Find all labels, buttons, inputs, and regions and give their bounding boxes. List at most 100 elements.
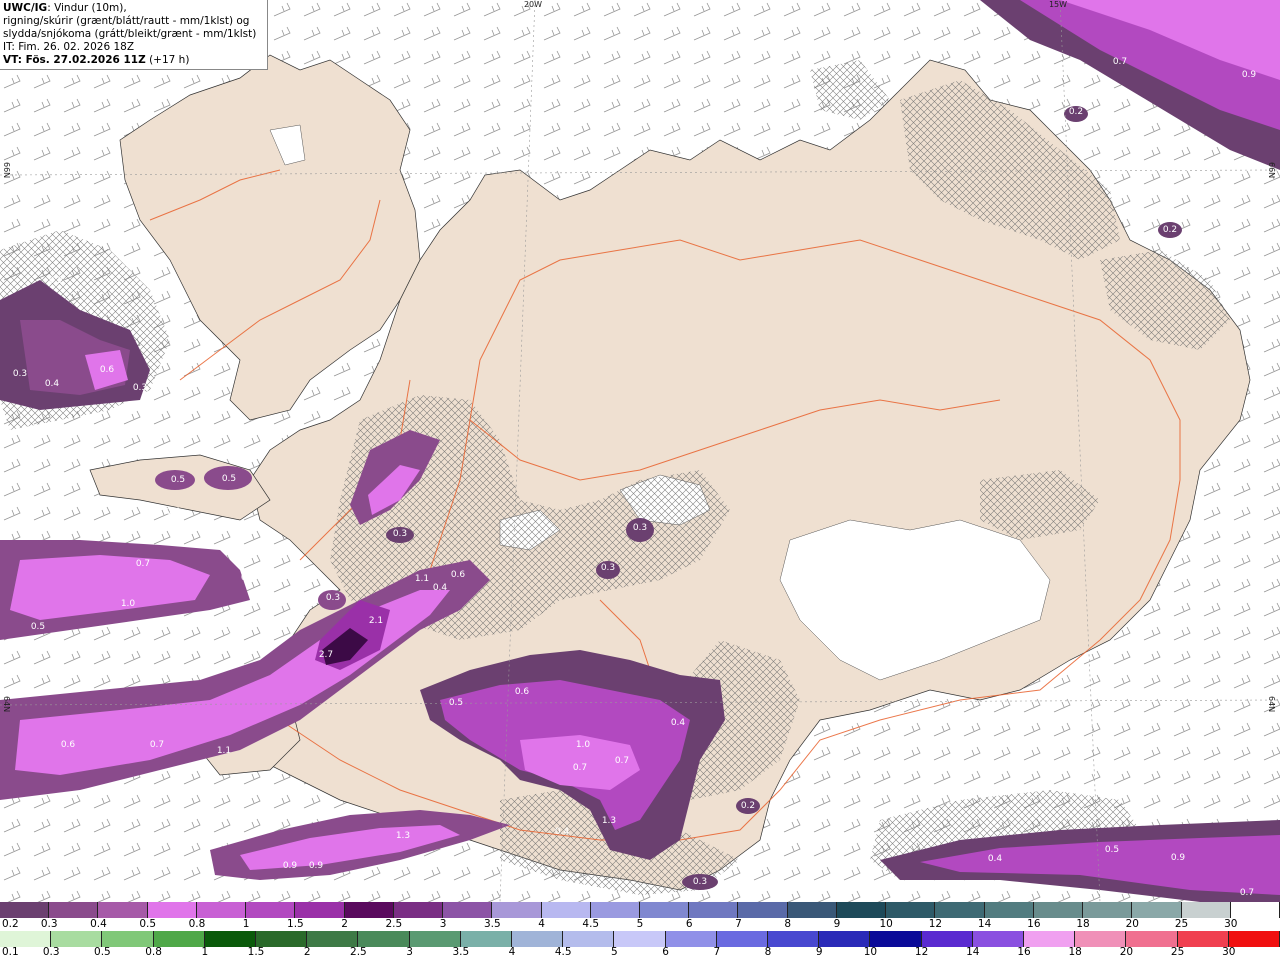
legend_rain-label: 25 [1170,946,1185,958]
legend_rain-label: 16 [1017,946,1031,958]
precip-value: 0.6 [451,570,466,580]
precip-value: 0.9 [186,785,201,795]
legend_snow-label: 0.2 [2,918,19,930]
precip-value: 0.7 [1113,57,1127,67]
legend_snow-swatch [640,902,690,918]
legend_rain-swatch [921,931,973,947]
legend_rain-label: 6 [662,946,669,958]
legend_rain-swatch [307,931,359,947]
legend_rain-swatch [1177,931,1229,947]
lat-label-64n-right: 64N [1267,696,1276,713]
legend_rain-label: 4 [508,946,516,958]
precip-value: 0.3 [223,627,237,637]
legend_snow-swatch [787,902,837,918]
legend_rain-swatch [409,931,461,947]
precip-value: 1.1 [415,574,429,584]
legend_snow-swatch [1230,902,1280,918]
legend_snow-label: 5 [636,918,644,930]
precip-value: 0.5 [171,475,185,485]
precip-value: 0.4 [555,827,570,837]
precip-value: 0.9 [1171,853,1186,863]
legend_snow-swatch [984,902,1034,918]
legend_snow-label: 12 [928,918,943,930]
legend_snow-label: 1 [242,918,250,930]
legend_snow-label: 6 [685,918,693,930]
precip-value: 0.3 [393,529,407,539]
precip-value: 0.4 [671,718,686,728]
precip-value: 0.3 [133,383,147,393]
legend_rain-label: 0.5 [94,946,111,958]
legend_snow-swatch [738,902,788,918]
lat-label-66n-right: 66N [1267,162,1276,179]
legend_rain-label: 10 [863,946,878,958]
legend_rain-label: 1.5 [247,946,265,958]
legend_rain-swatch [204,931,256,947]
lon-label-20w: 20W [523,0,543,9]
legend_rain-label: 12 [914,946,929,958]
precip-value: 0.4 [433,583,448,593]
legend_snow-swatch [344,902,394,918]
precip-value: 0.7 [573,763,587,773]
legend_rain-swatch [512,931,564,947]
init-time: IT: Fim. 26. 02. 2026 18Z [3,41,135,53]
precip-value: 1.0 [576,740,591,750]
precip-value: 1.3 [396,831,410,841]
legend_rain-swatch [716,931,768,947]
legend_snow-label: 7 [735,918,742,930]
snow-description: slydda/snjókoma (grátt/bleikt/grænt - mm… [3,28,257,40]
legend_rain-label: 3 [406,946,413,958]
precip-value: 2.7 [319,650,333,660]
legend_rain-label: 20 [1119,946,1134,958]
precip-value: 0.9 [283,861,298,871]
legend_snow-swatch [49,902,99,918]
legend_snow-label: 20 [1125,918,1139,930]
precip-value: 2.1 [369,616,383,626]
precip-value: 0.6 [61,740,76,750]
precip-value: 0.6 [241,573,256,583]
legend_rain-swatch [1126,931,1178,947]
legend_snow-swatch [1083,902,1133,918]
legend_snow-label: 0.5 [139,918,157,930]
legend_rain-label: 14 [966,946,980,958]
legend_rain-swatch [358,931,410,947]
legend_rain-label: 3.5 [452,946,470,958]
legend-snow-colorbar [0,902,1280,918]
precip-value: 0.4 [45,379,60,389]
legend_snow-label: 1.5 [287,918,304,930]
map-info-box: UWC/IG: Vindur (10m), rigning/skúrir (gr… [0,0,268,70]
legend-rain-colorbar [0,931,1280,947]
legend_rain-swatch [768,931,820,947]
precip-value: 0.9 [309,861,324,871]
legend_snow-label: 16 [1027,918,1041,930]
legend_rain-swatch [460,931,512,947]
rain-description: rigning/skúrir (grænt/blátt/rautt - mm/1… [3,15,250,27]
legend_snow-label: 0.4 [90,918,107,930]
legend_snow-swatch [0,902,50,918]
legend_rain-label: 0.8 [145,946,162,958]
legend_rain-label: 0.1 [2,946,19,958]
precip-value: 0.3 [633,523,647,533]
legend_rain-swatch [51,931,103,947]
precip-value: 0.4 [988,854,1003,864]
legend_snow-label: 4 [538,918,545,930]
lat-label-64n-left: 64N [2,696,11,713]
legend_snow-swatch [492,902,542,918]
legend_rain-label: 7 [713,946,721,958]
precip-value: 1.3 [602,816,616,826]
legend_rain-swatch [665,931,717,947]
legend_snow-label: 0.8 [188,918,206,930]
variable-description: : Vindur (10m), [47,2,127,14]
legend_rain-label: 5 [611,946,618,958]
precip-value: 0.7 [1240,888,1254,898]
legend_snow-label: 18 [1076,918,1090,930]
legend_rain-swatch [102,931,154,947]
legend_snow-swatch [196,902,247,918]
legend_rain-swatch [1075,931,1127,947]
precip-value: 0.2 [49,276,63,286]
legend_rain-swatch [870,931,922,947]
legend_snow-swatch [246,902,296,918]
precip-value: 0.5 [222,474,236,484]
legend_rain-label: 18 [1068,946,1082,958]
precip-value: 0.7 [136,559,150,569]
valid-time: VT: Fös. 27.02.2026 11Z [3,54,146,66]
